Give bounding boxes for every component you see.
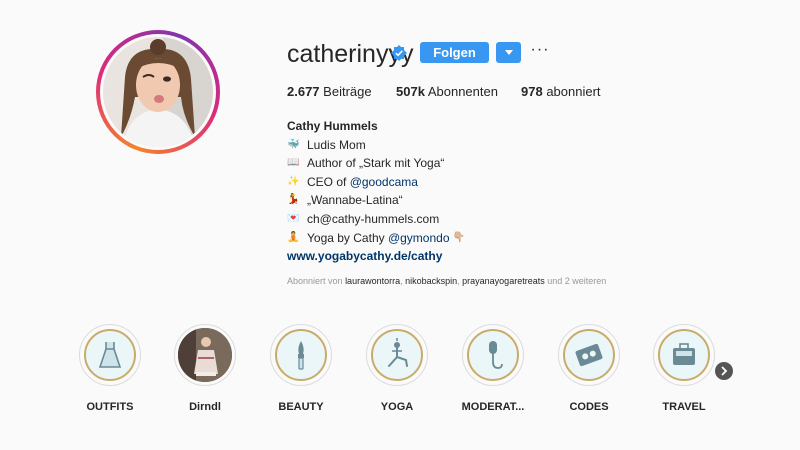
yoga-pose-icon [388, 338, 408, 367]
love-letter-icon: 💌 [287, 212, 300, 224]
highlight-label: Dirndl [189, 401, 221, 413]
posts-label: Beiträge [323, 84, 372, 99]
following-count: 978 [521, 84, 543, 99]
coupon-icon [575, 343, 603, 367]
website-link[interactable]: www.yogabycathy.de/cathy [287, 247, 473, 266]
followed-by-user[interactable]: nikobackspin [405, 276, 457, 286]
avatar-border [100, 34, 216, 150]
bio-text: CEO of [307, 174, 350, 189]
highlight-beauty[interactable]: BEAUTY [261, 324, 341, 413]
dancer-icon: 💃 [287, 194, 300, 206]
followed-by-prefix: Abonniert von [287, 276, 343, 286]
followers-count: 507k [396, 84, 425, 99]
bio-line: ✨ CEO of @goodcama [287, 173, 473, 192]
suggestions-dropdown-button[interactable] [496, 42, 521, 63]
followed-by-user[interactable]: prayanayogaretreats [462, 276, 545, 286]
highlights-next-button[interactable] [715, 362, 733, 380]
profile-bio: Cathy Hummels 🐳 Ludis Mom 📖 Author of „S… [287, 117, 473, 266]
brush-icon [298, 341, 304, 370]
highlight-label: YOGA [380, 401, 414, 413]
highlight-cover [178, 328, 232, 382]
highlight-ring [270, 324, 332, 386]
bio-text: Ludis Mom [307, 137, 366, 152]
highlight-ring [366, 324, 428, 386]
highlight-label: OUTFITS [86, 401, 134, 413]
more-options-button[interactable]: ··· [530, 41, 550, 61]
highlight-moderation[interactable]: MODERAT... [453, 324, 533, 413]
book-icon: 📖 [287, 157, 300, 169]
highlight-codes[interactable]: CODES [549, 324, 629, 413]
highlight-ring [174, 324, 236, 386]
highlight-cover [658, 329, 710, 381]
photo-thumbnail [178, 328, 232, 382]
bio-text: Yoga by Cathy [307, 230, 388, 245]
highlight-label: MODERAT... [461, 401, 525, 413]
bio-line: 📖 Author of „Stark mit Yoga“ [287, 154, 473, 173]
bio-name: Cathy Hummels [287, 119, 378, 133]
highlight-ring [462, 324, 524, 386]
chevron-right-icon [721, 366, 728, 376]
bio-line: 🧘 Yoga by Cathy @gymondo 👇🏼 [287, 229, 473, 248]
highlight-ring [558, 324, 620, 386]
highlight-ring [653, 324, 715, 386]
followers-label: Abonnenten [427, 84, 498, 99]
posts-stat: 2.677 Beiträge [287, 84, 372, 99]
bio-line: 💃 „Wannabe-Latina“ [287, 191, 473, 210]
microphone-icon [489, 341, 503, 369]
bio-text: ch@cathy-hummels.com [307, 211, 440, 226]
mention-link[interactable]: @gymondo [388, 229, 450, 248]
bio-text: „Wannabe-Latina“ [307, 193, 403, 208]
follow-button[interactable]: Folgen [420, 42, 489, 63]
highlight-label: BEAUTY [278, 401, 324, 413]
highlight-dirndl[interactable]: Dirndl [165, 324, 245, 413]
dress-icon [98, 342, 122, 368]
highlight-ring [79, 324, 141, 386]
highlight-yoga[interactable]: YOGA [357, 324, 437, 413]
suitcase-icon [673, 343, 695, 365]
followed-by[interactable]: Abonniert von laurawontorra, nikobackspi… [287, 276, 606, 286]
whale-icon: 🐳 [287, 138, 300, 150]
highlight-cover [563, 329, 615, 381]
verified-badge-icon [391, 45, 407, 61]
profile-avatar-ring[interactable] [96, 30, 220, 154]
highlight-outfits[interactable]: OUTFITS [70, 324, 150, 413]
following-stat[interactable]: 978 abonniert [521, 84, 601, 99]
mention-link[interactable]: @goodcama [350, 173, 418, 192]
bio-line: 🐳 Ludis Mom [287, 136, 473, 155]
pointing-down-icon: 👇🏼 [452, 231, 465, 243]
posts-count: 2.677 [287, 84, 320, 99]
sparkles-icon: ✨ [287, 175, 300, 187]
highlight-cover [371, 329, 423, 381]
following-label: abonniert [546, 84, 601, 99]
highlight-cover [84, 329, 136, 381]
highlight-cover [275, 329, 327, 381]
highlight-label: CODES [569, 401, 609, 413]
bio-line: 💌 ch@cathy-hummels.com [287, 210, 473, 229]
highlight-cover [467, 329, 519, 381]
followed-by-user[interactable]: laurawontorra [345, 276, 400, 286]
highlight-travel[interactable]: TRAVEL [644, 324, 724, 413]
bio-text: Author of „Stark mit Yoga“ [307, 156, 445, 171]
profile-avatar [103, 37, 213, 147]
followers-stat[interactable]: 507k Abonnenten [396, 84, 498, 99]
highlight-label: TRAVEL [662, 401, 706, 413]
followed-by-suffix: und 2 weiteren [547, 276, 607, 286]
yoga-icon: 🧘 [287, 231, 300, 243]
caret-down-icon [504, 49, 513, 55]
